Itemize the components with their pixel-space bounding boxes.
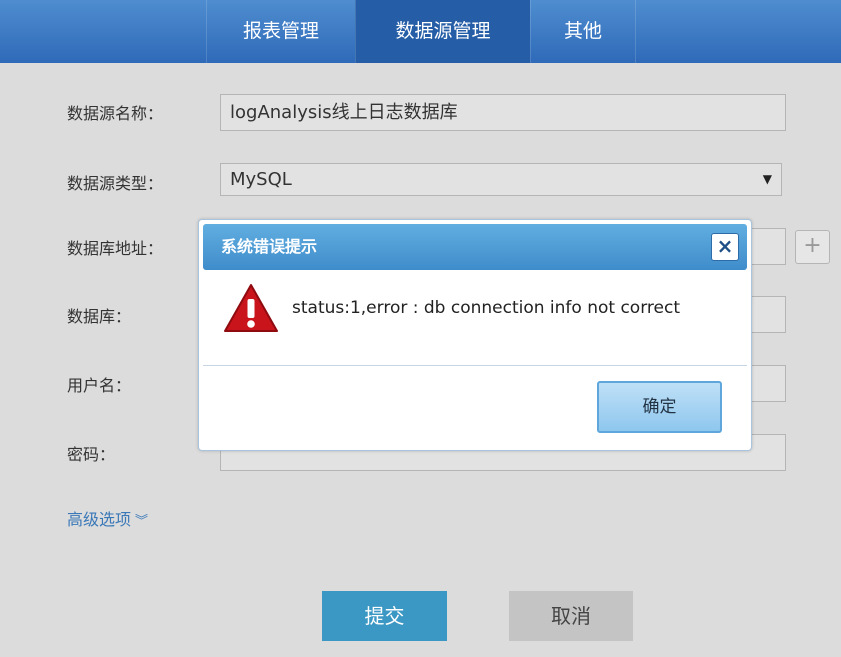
db-address-label: 数据库地址：	[67, 239, 164, 258]
tab-report-management[interactable]: 报表管理	[206, 0, 355, 63]
dialog-divider	[203, 365, 747, 366]
datasource-type-label: 数据源类型：	[67, 174, 164, 193]
double-chevron-down-icon: ︾	[135, 514, 149, 529]
database-label: 数据库：	[67, 307, 132, 326]
advanced-options-toggle[interactable]: 高级选项 ︾	[67, 506, 148, 530]
password-label: 密码：	[67, 445, 116, 464]
dialog-message: status:1,error : db connection info not …	[292, 298, 680, 318]
top-nav: 报表管理 数据源管理 其他	[0, 0, 841, 63]
dialog-title: 系统错误提示	[221, 237, 318, 256]
cancel-button[interactable]: 取消	[509, 591, 633, 641]
warning-icon	[224, 284, 278, 332]
datasource-name-label: 数据源名称：	[67, 104, 164, 123]
datasource-type-select[interactable]: MySQL ▼	[220, 163, 782, 196]
ok-button[interactable]: 确定	[597, 381, 722, 433]
tab-other[interactable]: 其他	[530, 0, 636, 63]
dropdown-arrow-icon: ▼	[762, 172, 772, 186]
datasource-name-field[interactable]: logAnalysis线上日志数据库	[220, 94, 786, 131]
add-address-button[interactable]: +	[795, 230, 830, 264]
submit-button[interactable]: 提交	[322, 591, 447, 641]
error-dialog: 系统错误提示 × status:1,error : db connection …	[198, 219, 752, 451]
close-icon[interactable]: ×	[711, 233, 739, 261]
datasource-type-value: MySQL	[230, 169, 292, 190]
username-label: 用户名：	[67, 376, 132, 395]
dialog-header: 系统错误提示 ×	[203, 224, 747, 270]
datasource-name-value: logAnalysis线上日志数据库	[230, 102, 458, 123]
advanced-options-label: 高级选项	[67, 510, 132, 529]
tab-datasource-management[interactable]: 数据源管理	[355, 0, 530, 63]
